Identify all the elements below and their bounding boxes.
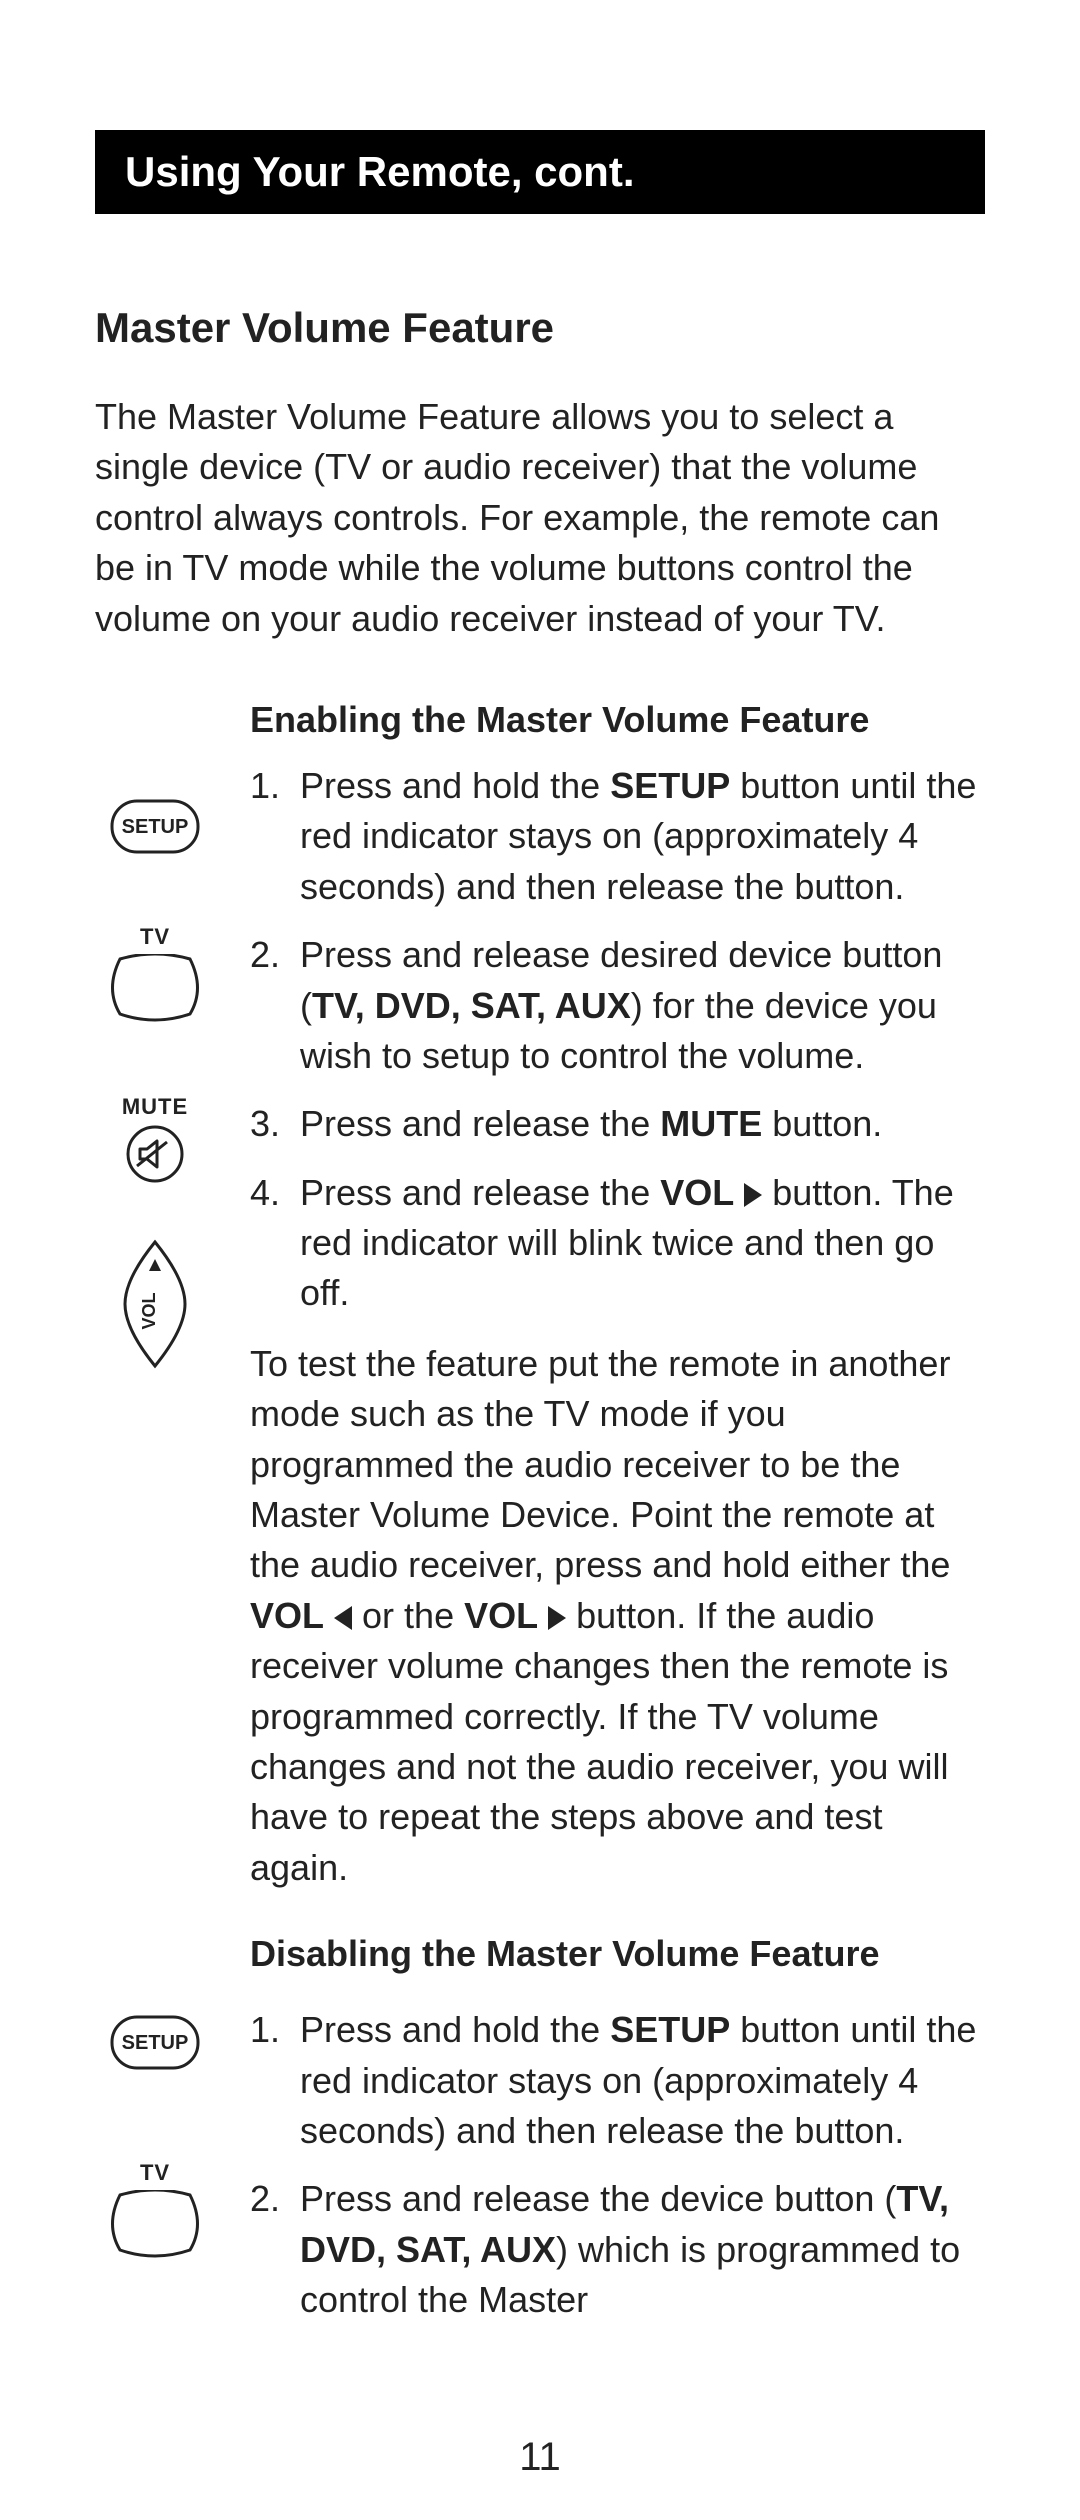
tv-icon-label-2: TV bbox=[140, 2160, 170, 2186]
vol-down-icon bbox=[334, 1606, 352, 1630]
page-header: Using Your Remote, cont. bbox=[95, 130, 985, 214]
disable-heading: Disabling the Master Volume Feature bbox=[250, 1933, 985, 1975]
enable-step-3: Press and release the MUTE button. bbox=[250, 1099, 985, 1149]
vol-button-icon: VOL bbox=[120, 1239, 190, 1369]
disable-section: SETUP TV Press and hold the SETUP button… bbox=[95, 2005, 985, 2345]
disable-step-1: Press and hold the SETUP button until th… bbox=[250, 2005, 985, 2156]
enable-test-paragraph: To test the feature put the remote in an… bbox=[250, 1339, 985, 1893]
mute-icon-label: MUTE bbox=[122, 1094, 188, 1120]
manual-page: Using Your Remote, cont. Master Volume F… bbox=[0, 0, 1080, 2520]
vol-up-icon-2 bbox=[548, 1606, 566, 1630]
setup-button-icon: SETUP bbox=[110, 799, 200, 854]
setup-icon-label: SETUP bbox=[122, 816, 189, 838]
svg-text:SETUP: SETUP bbox=[122, 2032, 189, 2054]
enable-heading: Enabling the Master Volume Feature bbox=[250, 699, 985, 741]
enable-text-column: Enabling the Master Volume Feature Press… bbox=[250, 699, 985, 1995]
tv-button-icon: TV bbox=[110, 924, 200, 1024]
disable-text-column: Press and hold the SETUP button until th… bbox=[250, 2005, 985, 2345]
disable-step-2: Press and release the device button (TV,… bbox=[250, 2174, 985, 2325]
vol-up-icon bbox=[744, 1183, 762, 1207]
enable-step-4: Press and release the VOL button. The re… bbox=[250, 1168, 985, 1319]
page-number: 11 bbox=[0, 2435, 1080, 2480]
svg-text:VOL: VOL bbox=[139, 1292, 159, 1329]
enable-steps: Press and hold the SETUP button until th… bbox=[250, 761, 985, 1319]
enable-step-1: Press and hold the SETUP button until th… bbox=[250, 761, 985, 912]
enable-section: SETUP TV MUTE bbox=[95, 699, 985, 1995]
mute-button-icon: MUTE bbox=[122, 1094, 188, 1184]
section-heading: Master Volume Feature bbox=[95, 304, 985, 352]
tv-icon-label: TV bbox=[140, 924, 170, 950]
tv-button-icon-2: TV bbox=[110, 2160, 200, 2260]
enable-icons-column: SETUP TV MUTE bbox=[95, 699, 215, 1995]
intro-paragraph: The Master Volume Feature allows you to … bbox=[95, 392, 985, 644]
disable-steps: Press and hold the SETUP button until th… bbox=[250, 2005, 985, 2325]
enable-step-2: Press and release desired device button … bbox=[250, 930, 985, 1081]
disable-icons-column: SETUP TV bbox=[95, 2005, 215, 2345]
setup-button-icon-2: SETUP bbox=[110, 2015, 200, 2070]
